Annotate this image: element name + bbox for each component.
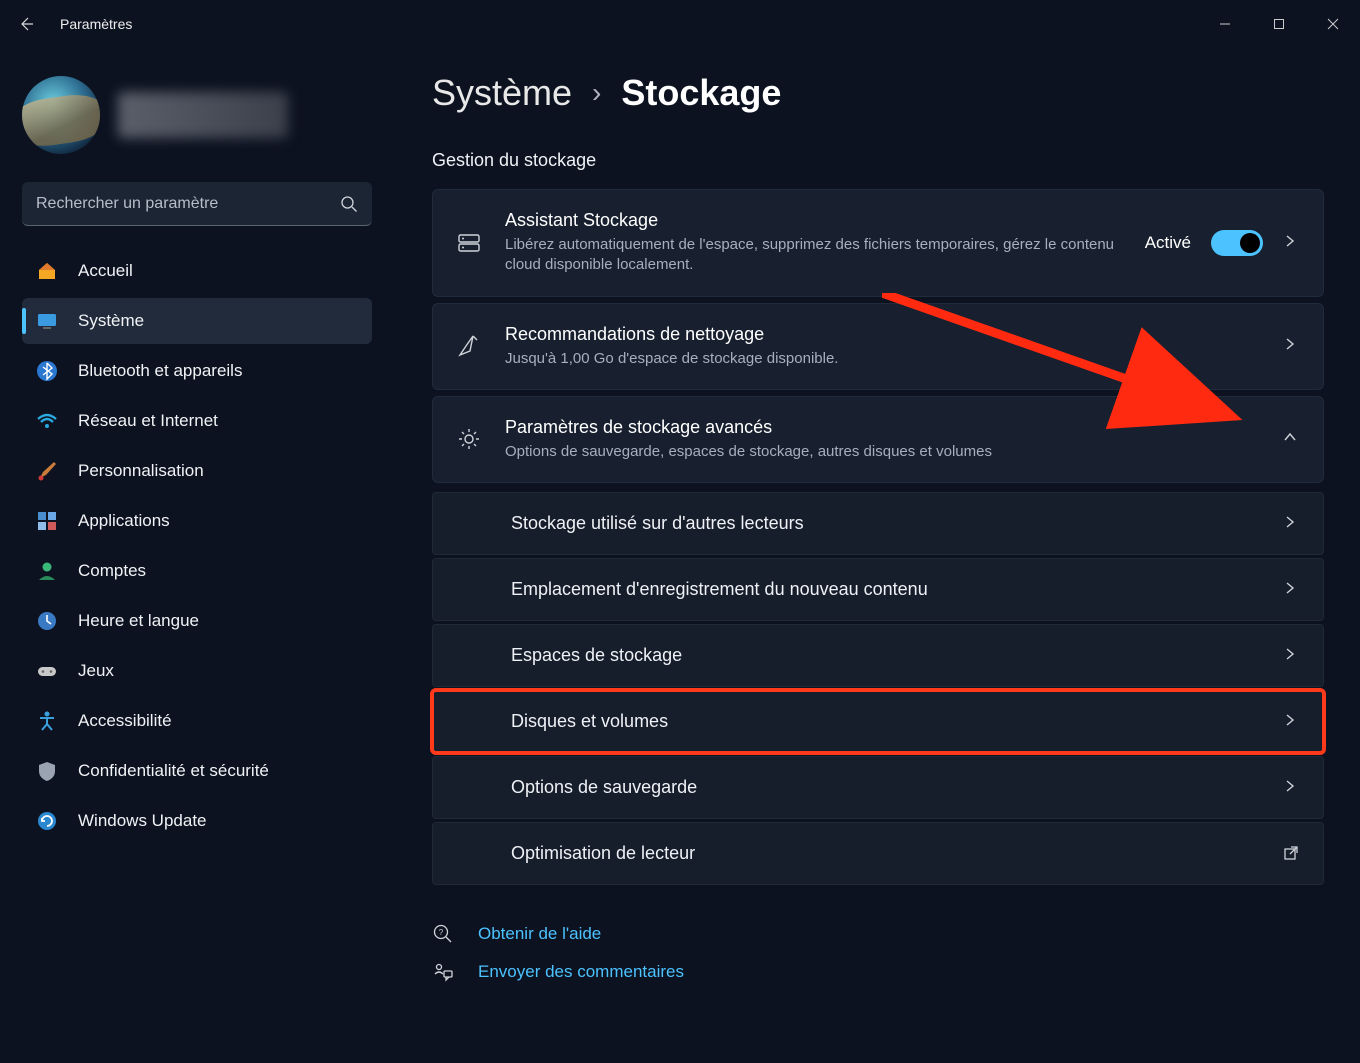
breadcrumb-current: Stockage	[621, 72, 781, 114]
minimize-button[interactable]	[1198, 4, 1252, 44]
sidebar-item-network[interactable]: Réseau et Internet	[22, 398, 372, 444]
search-icon	[340, 195, 358, 213]
apps-icon	[36, 510, 58, 532]
sidebar-item-label: Windows Update	[78, 811, 207, 831]
cleanup-recommendations-card[interactable]: Recommandations de nettoyage Jusqu'à 1,0…	[432, 303, 1324, 390]
sidebar-item-label: Heure et langue	[78, 611, 199, 631]
sidebar-item-label: Confidentialité et sécurité	[78, 761, 269, 781]
sidebar-item-accessibility[interactable]: Accessibilité	[22, 698, 372, 744]
drive-optimization[interactable]: Optimisation de lecteur	[432, 822, 1324, 885]
help-icon: ?	[432, 923, 456, 945]
shield-icon	[36, 760, 58, 782]
feedback-link[interactable]: Envoyer des commentaires	[432, 961, 1324, 983]
sidebar-item-label: Accessibilité	[78, 711, 172, 731]
chevron-right-icon	[1283, 337, 1301, 355]
sidebar-item-privacy[interactable]: Confidentialité et sécurité	[22, 748, 372, 794]
sub-item-label: Optimisation de lecteur	[511, 843, 695, 864]
sub-item-label: Options de sauvegarde	[511, 777, 697, 798]
sidebar-item-label: Bluetooth et appareils	[78, 361, 242, 381]
chevron-right-icon	[1283, 647, 1301, 665]
backup-options[interactable]: Options de sauvegarde	[432, 756, 1324, 819]
back-button[interactable]	[16, 14, 36, 34]
chevron-right-icon: ›	[592, 77, 601, 109]
footer-link-label: Envoyer des commentaires	[478, 962, 684, 982]
sidebar-item-label: Accueil	[78, 261, 133, 281]
feedback-icon	[432, 961, 456, 983]
gear-icon	[455, 425, 483, 453]
app-title: Paramètres	[60, 16, 132, 32]
user-profile[interactable]	[22, 68, 372, 182]
sidebar-item-label: Jeux	[78, 661, 114, 681]
sidebar-item-accounts[interactable]: Comptes	[22, 548, 372, 594]
clock-globe-icon	[36, 610, 58, 632]
chevron-right-icon	[1283, 515, 1301, 533]
paintbrush-icon	[36, 460, 58, 482]
chevron-right-icon	[1283, 234, 1301, 252]
chevron-right-icon	[1283, 779, 1301, 797]
chevron-right-icon	[1283, 581, 1301, 599]
sidebar-item-label: Réseau et Internet	[78, 411, 218, 431]
sidebar-item-bluetooth[interactable]: Bluetooth et appareils	[22, 348, 372, 394]
sidebar-item-windows-update[interactable]: Windows Update	[22, 798, 372, 844]
bluetooth-icon	[36, 360, 58, 382]
card-subtitle: Options de sauvegarde, espaces de stocka…	[505, 442, 1261, 462]
svg-text:?: ?	[439, 928, 444, 937]
sidebar-item-label: Système	[78, 311, 144, 331]
storage-icon	[455, 229, 483, 257]
update-icon	[36, 810, 58, 832]
get-help-link[interactable]: ? Obtenir de l'aide	[432, 923, 1324, 945]
sub-item-label: Disques et volumes	[511, 711, 668, 732]
card-subtitle: Jusqu'à 1,00 Go d'espace de stockage dis…	[505, 349, 1261, 369]
wifi-icon	[36, 410, 58, 432]
maximize-button[interactable]	[1252, 4, 1306, 44]
person-icon	[36, 560, 58, 582]
broom-icon	[455, 332, 483, 360]
chevron-right-icon	[1283, 713, 1301, 731]
sidebar-item-time-language[interactable]: Heure et langue	[22, 598, 372, 644]
sidebar-item-system[interactable]: Système	[22, 298, 372, 344]
sidebar-item-gaming[interactable]: Jeux	[22, 648, 372, 694]
breadcrumb-parent[interactable]: Système	[432, 72, 572, 114]
storage-other-drives[interactable]: Stockage utilisé sur d'autres lecteurs	[432, 492, 1324, 555]
gamepad-icon	[36, 660, 58, 682]
breadcrumb: Système › Stockage	[432, 72, 1324, 114]
sub-item-label: Stockage utilisé sur d'autres lecteurs	[511, 513, 804, 534]
advanced-storage-card[interactable]: Paramètres de stockage avancés Options d…	[432, 396, 1324, 483]
sidebar-item-apps[interactable]: Applications	[22, 498, 372, 544]
home-icon	[36, 260, 58, 282]
storage-spaces[interactable]: Espaces de stockage	[432, 624, 1324, 687]
system-icon	[36, 310, 58, 332]
storage-sense-card[interactable]: Assistant Stockage Libérez automatiqueme…	[432, 189, 1324, 297]
disks-volumes[interactable]: Disques et volumes	[432, 690, 1324, 753]
sidebar-item-personalization[interactable]: Personnalisation	[22, 448, 372, 494]
storage-sense-toggle[interactable]	[1211, 230, 1263, 256]
sub-item-label: Emplacement d'enregistrement du nouveau …	[511, 579, 928, 600]
card-subtitle: Libérez automatiquement de l'espace, sup…	[505, 235, 1123, 276]
sub-item-label: Espaces de stockage	[511, 645, 682, 666]
sidebar-item-label: Applications	[78, 511, 170, 531]
toggle-label: Activé	[1145, 233, 1191, 253]
sidebar-item-home[interactable]: Accueil	[22, 248, 372, 294]
profile-name	[118, 92, 288, 138]
close-button[interactable]	[1306, 4, 1360, 44]
accessibility-icon	[36, 710, 58, 732]
save-locations[interactable]: Emplacement d'enregistrement du nouveau …	[432, 558, 1324, 621]
search-input[interactable]	[22, 182, 372, 226]
chevron-up-icon	[1283, 430, 1301, 448]
footer-link-label: Obtenir de l'aide	[478, 924, 601, 944]
card-title: Paramètres de stockage avancés	[505, 417, 1261, 438]
external-link-icon	[1283, 845, 1301, 863]
avatar	[22, 76, 100, 154]
sidebar-item-label: Comptes	[78, 561, 146, 581]
card-title: Assistant Stockage	[505, 210, 1123, 231]
sidebar-item-label: Personnalisation	[78, 461, 204, 481]
card-title: Recommandations de nettoyage	[505, 324, 1261, 345]
section-title: Gestion du stockage	[432, 150, 1324, 171]
